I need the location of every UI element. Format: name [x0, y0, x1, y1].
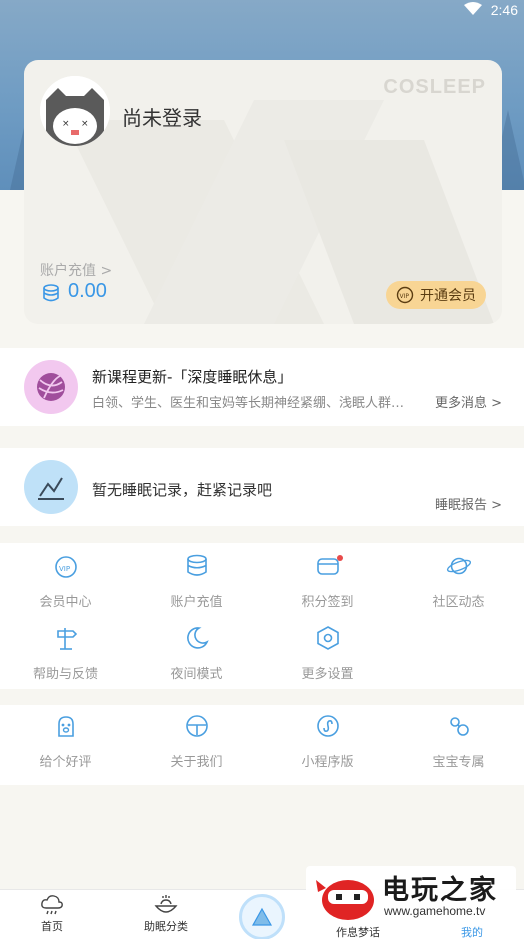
menu-label: 宝宝专属 — [432, 755, 485, 770]
menu-vip-center[interactable]: VIP 会员中心 — [0, 553, 131, 623]
pacifier-icon — [449, 717, 469, 736]
cat-avatar-icon: × × — [40, 76, 110, 146]
profile-card: × × 尚未登录 COSLEEP 账户充值 > 0.00 VIP 开通会员 — [24, 60, 502, 324]
lamp-icon — [185, 715, 208, 737]
tab-label: 我的 — [461, 926, 483, 939]
menu-help-feedback[interactable]: 帮助与反馈 — [0, 625, 131, 695]
menu-community[interactable]: 社区动态 — [393, 553, 524, 623]
yarn-ball-icon — [24, 360, 78, 414]
login-status[interactable]: 尚未登录 — [122, 102, 202, 131]
account-balance: 0.00 — [68, 280, 107, 302]
signpost-icon — [56, 628, 77, 650]
notification-dot — [337, 555, 343, 561]
coin-stack-icon — [43, 284, 59, 302]
watermark-title: 电玩之家 — [382, 875, 498, 906]
center-play-button[interactable] — [239, 894, 285, 939]
sleep-record-card[interactable]: 暂无睡眠记录，赶紧记录吧 睡眠报告 > — [0, 448, 524, 526]
sleep-report-link[interactable]: 睡眠报告 > — [435, 494, 502, 513]
news-item[interactable]: 新课程更新-「深度睡眠休息」 白领、学生、医生和宝妈等长期神经紧绷、浅眠人群… … — [0, 348, 524, 426]
paw-icon — [57, 716, 74, 737]
menu-label: 更多设置 — [301, 667, 354, 682]
planet-icon — [446, 557, 471, 575]
sleep-record-message: 暂无睡眠记录，赶紧记录吧 — [92, 481, 273, 499]
menu-grid-secondary: 给个好评 关于我们 小程序版 宝宝专属 — [0, 705, 524, 785]
menu-more-settings[interactable]: 更多设置 — [262, 625, 393, 695]
svg-text:VIP: VIP — [400, 293, 410, 300]
svg-text:×: × — [81, 119, 89, 129]
ninja-mascot-icon — [316, 880, 374, 920]
menu-label: 会员中心 — [39, 595, 92, 610]
coin-stack-icon — [186, 554, 207, 576]
tab-label: 首页 — [41, 920, 63, 933]
menu-night-mode[interactable]: 夜间模式 — [131, 625, 262, 695]
avatar[interactable]: × × — [40, 76, 110, 146]
watermark: 电玩之家 www.gamehome.tv — [306, 866, 516, 924]
recharge-link[interactable]: 账户充值 > — [40, 260, 112, 280]
menu-label: 关于我们 — [170, 755, 223, 770]
menu-about-us[interactable]: 关于我们 — [131, 713, 262, 783]
status-bar: 2:46 — [0, 0, 524, 22]
menu-account-recharge[interactable]: 账户充值 — [131, 553, 262, 623]
sleep-chart-icon — [24, 460, 78, 514]
status-time: 2:46 — [490, 2, 518, 18]
menu-points-signin[interactable]: 积分签到 — [262, 553, 393, 623]
menu-mini-program[interactable]: 小程序版 — [262, 713, 393, 783]
menu-label: 积分签到 — [301, 595, 354, 610]
menu-grid-primary: VIP 会员中心 账户充值 积分签到 社区动态 帮助与反馈 夜间模式 更多设置 — [0, 543, 524, 689]
vip-icon: VIP — [396, 286, 414, 304]
menu-baby-exclusive[interactable]: 宝宝专属 — [393, 713, 524, 783]
watermark-url: www.gamehome.tv — [384, 904, 486, 918]
moon-icon — [186, 627, 209, 649]
tab-label: 作息梦话 — [336, 926, 380, 939]
menu-rate-us[interactable]: 给个好评 — [0, 713, 131, 783]
svg-text:VIP: VIP — [59, 565, 70, 573]
menu-label: 小程序版 — [301, 755, 354, 770]
open-vip-label: 开通会员 — [420, 288, 476, 304]
tab-label: 助眠分类 — [144, 920, 188, 933]
news-subtitle: 白领、学生、医生和宝妈等长期神经紧绷、浅眠人群… — [92, 396, 405, 411]
cloud-rain-icon — [41, 895, 63, 915]
menu-label: 夜间模式 — [170, 667, 223, 682]
svg-text:×: × — [62, 119, 70, 129]
tab-sleep-categories[interactable]: 助眠分类 — [116, 894, 216, 934]
more-news-link[interactable]: 更多消息 > — [435, 392, 502, 411]
bowl-icon — [154, 895, 178, 913]
tab-home[interactable]: 首页 — [2, 894, 102, 934]
vip-icon: VIP — [54, 556, 77, 578]
menu-label: 账户充值 — [170, 595, 223, 610]
menu-label: 帮助与反馈 — [32, 667, 98, 682]
hexagon-settings-icon — [316, 626, 339, 650]
triangle-icon — [251, 907, 273, 926]
news-title: 新课程更新-「深度睡眠休息」 — [92, 368, 293, 386]
tab-mine[interactable]: 我的 — [422, 924, 522, 939]
mini-program-icon — [316, 715, 339, 737]
open-vip-button[interactable]: VIP 开通会员 — [386, 281, 486, 309]
brand-logo: COSLEEP — [383, 76, 486, 98]
tab-routine-sleeptalk[interactable]: 作息梦话 — [308, 924, 408, 939]
wifi-icon — [464, 2, 482, 20]
menu-label: 社区动态 — [432, 595, 485, 610]
menu-label: 给个好评 — [39, 755, 92, 770]
